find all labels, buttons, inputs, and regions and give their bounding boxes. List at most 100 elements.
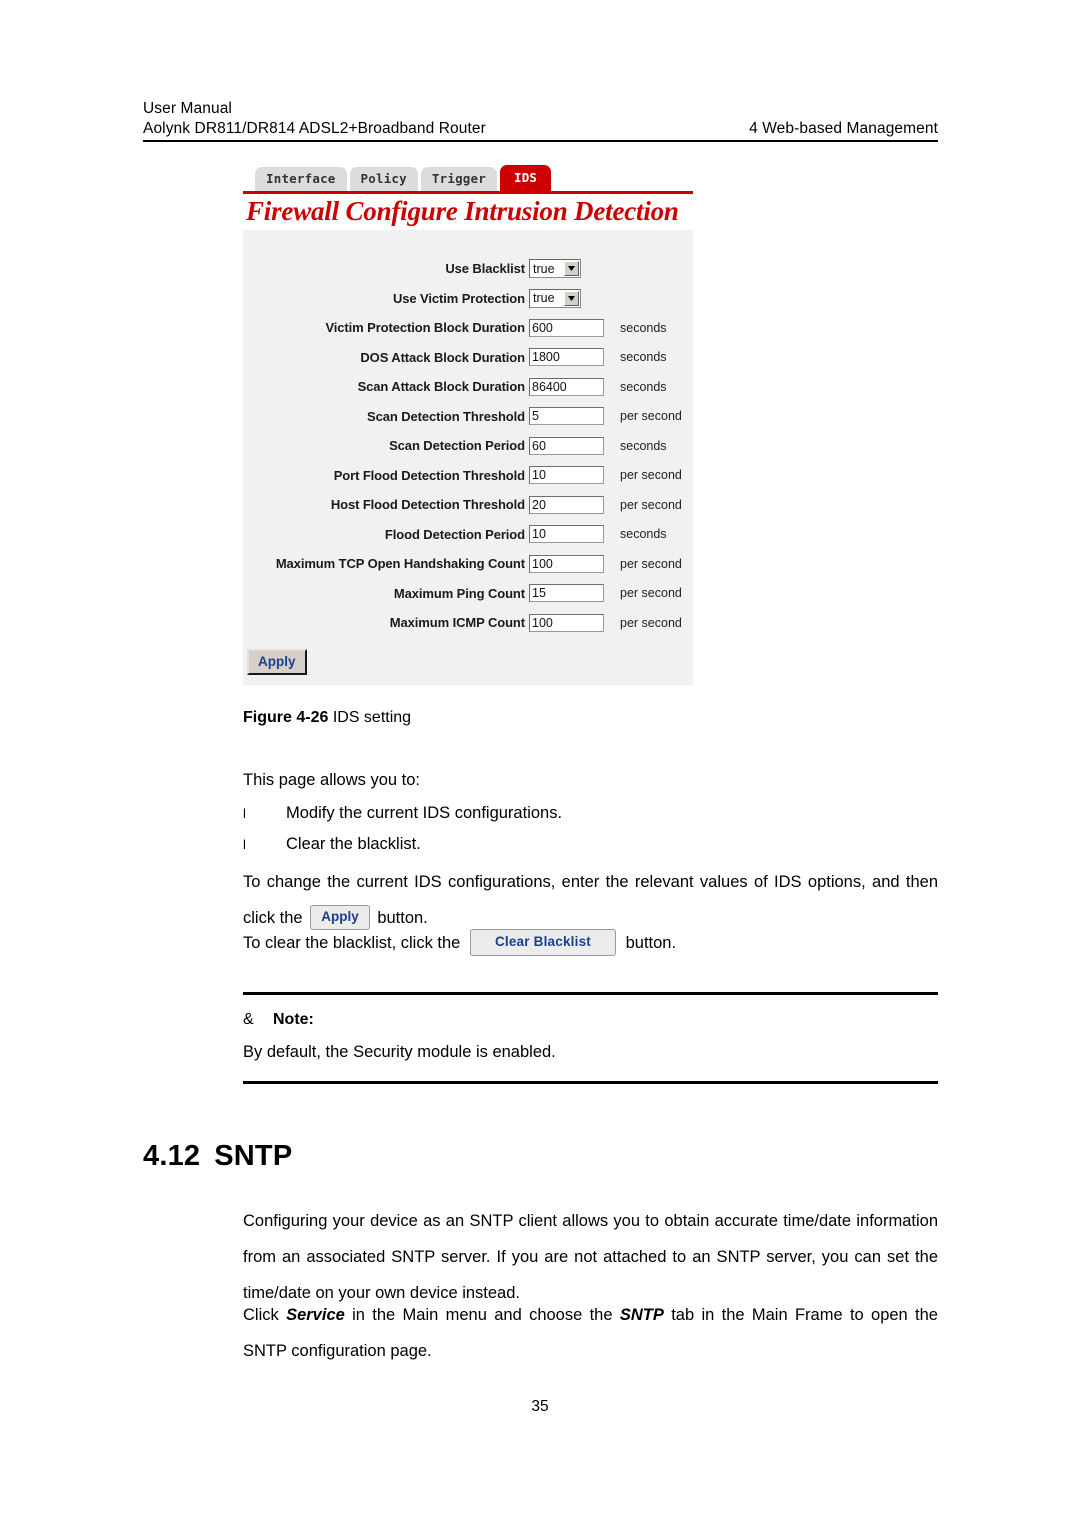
form-row: Flood Detection Period 10 seconds (243, 520, 693, 550)
field-unit: per second (620, 556, 682, 571)
section-number: 4.12 (143, 1140, 201, 1172)
input-flood-detection-period[interactable]: 10 (529, 525, 604, 544)
tab-interface[interactable]: Interface (255, 167, 347, 191)
input-scan-attack-block-duration[interactable]: 86400 (529, 377, 604, 396)
router-web-ui-screenshot: Interface Policy Trigger IDS Firewall Co… (243, 163, 693, 685)
tab-policy[interactable]: Policy (349, 167, 418, 191)
tab-trigger[interactable]: Trigger (420, 167, 497, 191)
select-value: true (533, 291, 555, 306)
field-label-flood-detection-period: Flood Detection Period (384, 526, 525, 542)
form-row: Maximum TCP Open Handshaking Count 100 p… (243, 549, 693, 579)
field-label-maximum-icmp-count: Maximum ICMP Count (389, 615, 525, 631)
form-row: Victim Protection Block Duration 600 sec… (243, 313, 693, 343)
list-item: l Clear the blacklist. (243, 829, 938, 860)
form-row: Scan Detection Threshold 5 per second (243, 402, 693, 432)
note-body-text: By default, the Security module is enabl… (243, 1043, 556, 1061)
select-use-victim-protection[interactable]: true (529, 288, 581, 308)
form-row: Maximum Ping Count 15 per second (243, 579, 693, 609)
field-unit: per second (620, 497, 682, 512)
field-unit: per second (620, 409, 682, 424)
field-label-use-blacklist: Use Blacklist (445, 261, 525, 277)
apply-button[interactable]: Apply (247, 649, 307, 675)
field-unit: seconds (620, 438, 667, 453)
page-running-header: User Manual Aolynk DR811/DR814 ADSL2+Bro… (143, 99, 938, 142)
field-label-host-flood-detection-threshold: Host Flood Detection Threshold (330, 497, 525, 513)
manual-type-label: User Manual (143, 100, 232, 117)
input-victim-protection-block-duration[interactable]: 600 (529, 318, 604, 337)
inline-clear-blacklist-button[interactable]: Clear Blacklist (469, 929, 616, 956)
field-unit: per second (620, 586, 682, 601)
figure-number: Figure 4-26 (243, 709, 329, 726)
nav-text-middle: in the Main menu and choose the (352, 1306, 613, 1324)
tab-name-sntp: SNTP (619, 1306, 664, 1324)
tab-ids[interactable]: IDS (499, 165, 552, 191)
nav-text-start: Click (243, 1306, 279, 1324)
field-unit: seconds (620, 350, 667, 365)
note-symbol-icon: & (243, 1011, 254, 1028)
input-maximum-tcp-open-handshaking-count[interactable]: 100 (529, 554, 604, 573)
page-title: 4.12 SNTP (143, 1140, 292, 1173)
field-unit: seconds (620, 320, 667, 335)
form-row: DOS Attack Block Duration 1800 seconds (243, 343, 693, 373)
input-dos-attack-block-duration[interactable]: 1800 (529, 348, 604, 367)
input-host-flood-detection-threshold[interactable]: 20 (529, 495, 604, 514)
form-row: Port Flood Detection Threshold 10 per se… (243, 461, 693, 491)
bullet-list: l Modify the current IDS configurations.… (243, 798, 938, 860)
menu-name-service: Service (286, 1306, 345, 1324)
chevron-down-icon[interactable] (564, 290, 579, 306)
ids-form: Use Blacklist true Use Victim Protection (243, 230, 693, 638)
form-row: Host Flood Detection Threshold 20 per se… (243, 490, 693, 520)
sntp-description-paragraph: Configuring your device as an SNTP clien… (243, 1212, 938, 1302)
field-unit: per second (620, 615, 682, 630)
field-label-dos-attack-block-duration: DOS Attack Block Duration (360, 349, 525, 365)
field-unit: seconds (620, 527, 667, 542)
chevron-down-icon[interactable] (564, 261, 579, 277)
select-value: true (533, 261, 555, 276)
input-scan-detection-period[interactable]: 60 (529, 436, 604, 455)
list-item-label: Modify the current IDS configurations. (286, 804, 563, 822)
sntp-navigation-paragraph: Click Service in the Main menu and choos… (243, 1297, 938, 1369)
header-divider (143, 140, 938, 142)
form-row: Scan Attack Block Duration 86400 seconds (243, 372, 693, 402)
intro-paragraph: This page allows you to: (243, 771, 421, 789)
ids-settings-panel: Use Blacklist true Use Victim Protection (243, 230, 693, 685)
clear-blacklist-paragraph: To clear the blacklist, click the Clear … (243, 925, 938, 961)
select-use-blacklist[interactable]: true (529, 259, 581, 279)
input-maximum-icmp-count[interactable]: 100 (529, 613, 604, 632)
chapter-label: 4 Web-based Management (749, 120, 938, 137)
figure-caption: Figure 4-26 IDS setting (243, 707, 411, 729)
list-item-label: Clear the blacklist. (286, 835, 421, 853)
input-maximum-ping-count[interactable]: 15 (529, 584, 604, 603)
input-scan-detection-threshold[interactable]: 5 (529, 407, 604, 426)
form-row: Maximum ICMP Count 100 per second (243, 608, 693, 638)
field-label-scan-detection-threshold: Scan Detection Threshold (367, 408, 525, 424)
note-callout: & Note: By default, the Security module … (243, 992, 938, 1084)
figure-title: IDS setting (332, 709, 412, 726)
section-title: SNTP (214, 1140, 293, 1172)
field-label-maximum-tcp-open-handshaking-count: Maximum TCP Open Handshaking Count (275, 556, 525, 572)
product-name-label: Aolynk DR811/DR814 ADSL2+Broadband Route… (143, 120, 486, 137)
form-row: Scan Detection Period 60 seconds (243, 431, 693, 461)
bullet-marker-icon: l (243, 806, 246, 821)
page-number: 35 (531, 1398, 549, 1415)
field-label-scan-attack-block-duration: Scan Attack Block Duration (357, 379, 526, 395)
list-item: l Modify the current IDS configurations. (243, 798, 938, 829)
note-bottom-divider (243, 1081, 938, 1084)
bullet-marker-icon: l (243, 837, 246, 852)
input-port-flood-detection-threshold[interactable]: 10 (529, 466, 604, 485)
clear-blacklist-text-end: button. (625, 934, 677, 952)
note-title: Note: (273, 1011, 314, 1028)
field-label-maximum-ping-count: Maximum Ping Count (393, 585, 525, 601)
form-row: Use Blacklist true (243, 254, 693, 284)
note-header: & Note: (243, 995, 938, 1029)
firewall-tab-bar: Interface Policy Trigger IDS (243, 163, 693, 191)
field-label-use-victim-protection: Use Victim Protection (392, 290, 525, 306)
field-label-port-flood-detection-threshold: Port Flood Detection Threshold (333, 467, 525, 483)
firewall-page-title: Firewall Configure Intrusion Detection (246, 196, 679, 226)
clear-blacklist-text-start: To clear the blacklist, click the (243, 934, 461, 952)
field-label-victim-protection-block-duration: Victim Protection Block Duration (325, 320, 525, 336)
field-unit: seconds (620, 379, 667, 394)
form-row: Use Victim Protection true (243, 284, 693, 314)
field-unit: per second (620, 468, 682, 483)
field-label-scan-detection-period: Scan Detection Period (389, 438, 525, 454)
